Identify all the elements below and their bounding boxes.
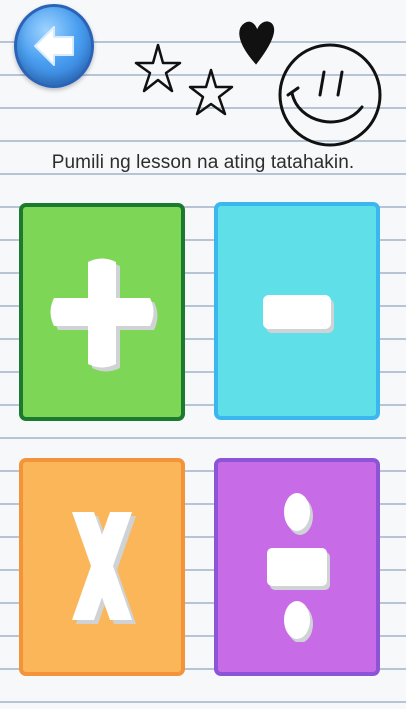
doodles (134, 21, 382, 147)
addition-lesson-card[interactable] (19, 203, 185, 421)
star-icon (188, 68, 234, 116)
multiplication-lesson-card[interactable] (19, 458, 185, 676)
multiply-icon (72, 512, 136, 624)
back-button[interactable] (14, 4, 94, 88)
arrow-left-icon (34, 26, 74, 66)
instruction-text: Pumili ng lesson na ating tatahakin. (51, 152, 355, 173)
subtraction-lesson-card[interactable] (214, 202, 380, 420)
divide-icon (267, 493, 330, 642)
minus-icon (263, 295, 334, 333)
heart-icon (239, 21, 275, 65)
smiley-face-icon (278, 43, 382, 147)
plus-icon (50, 258, 158, 372)
division-lesson-card[interactable] (214, 458, 380, 676)
star-icon (134, 43, 182, 93)
